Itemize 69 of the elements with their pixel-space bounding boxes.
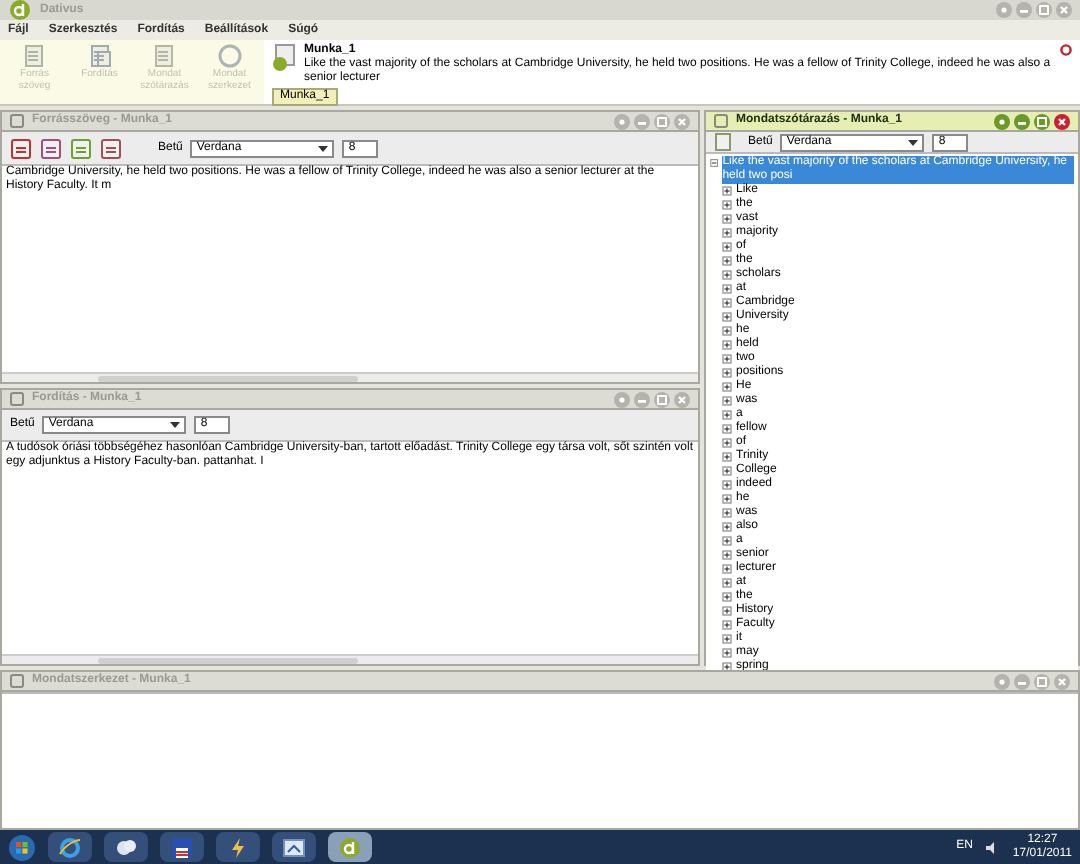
expand-icon[interactable]	[722, 340, 732, 350]
expand-icon[interactable]	[722, 634, 732, 644]
horizontal-scrollbar[interactable]	[2, 372, 698, 382]
picture-window-icon	[282, 835, 306, 859]
expand-icon[interactable]	[722, 494, 732, 504]
tool-icon[interactable]	[100, 137, 122, 159]
expand-icon[interactable]	[722, 228, 732, 238]
expand-icon[interactable]	[722, 536, 732, 546]
panel-icon	[10, 392, 24, 406]
dropdown-caret-icon	[908, 137, 919, 147]
app-logo-icon	[8, 0, 32, 22]
expand-icon[interactable]	[722, 522, 732, 532]
expand-icon[interactable]	[722, 270, 732, 280]
expand-icon[interactable]	[722, 256, 732, 266]
panel-icon	[10, 114, 24, 128]
expand-icon[interactable]	[722, 452, 732, 462]
expand-icon[interactable]	[722, 186, 732, 196]
collapse-icon[interactable]	[710, 158, 719, 168]
expand-icon[interactable]	[722, 368, 732, 378]
expand-icon[interactable]	[722, 606, 732, 616]
expand-icon[interactable]	[722, 396, 732, 406]
expand-icon[interactable]	[722, 298, 732, 308]
panel-icon	[10, 674, 24, 688]
expand-icon[interactable]	[722, 284, 732, 294]
document-icon	[22, 44, 47, 68]
document-icon	[272, 44, 296, 72]
expand-icon[interactable]	[722, 354, 732, 364]
tool-icon[interactable]	[40, 137, 62, 159]
browser-icon	[58, 835, 82, 859]
document-icon	[152, 44, 177, 68]
expand-icon[interactable]	[722, 214, 732, 224]
expand-icon[interactable]	[722, 508, 732, 518]
expand-icon[interactable]	[722, 550, 732, 560]
expand-icon[interactable]	[722, 592, 732, 602]
expand-icon[interactable]	[722, 648, 732, 658]
expand-icon[interactable]	[722, 438, 732, 448]
maximize-icon[interactable]	[1034, 113, 1050, 129]
taskbar-button[interactable]	[160, 832, 204, 862]
expand-icon[interactable]	[722, 242, 732, 252]
expand-icon[interactable]	[722, 480, 732, 490]
taskbar-button[interactable]	[216, 832, 260, 862]
cloud-icon	[114, 835, 138, 859]
expand-icon[interactable]	[722, 466, 732, 476]
expand-icon[interactable]	[722, 564, 732, 574]
expand-icon[interactable]	[722, 382, 732, 392]
taskbar-button[interactable]	[328, 832, 372, 862]
horizontal-scrollbar[interactable]	[2, 654, 698, 664]
minimize-icon[interactable]	[1014, 113, 1030, 129]
expand-icon[interactable]	[722, 578, 732, 588]
expand-icon[interactable]	[722, 620, 732, 630]
documents-icon	[87, 44, 112, 68]
lightning-icon	[226, 835, 250, 859]
start-button-icon[interactable]	[8, 833, 36, 861]
dropdown-caret-icon	[318, 143, 329, 153]
expand-icon[interactable]	[722, 410, 732, 420]
help-icon[interactable]	[994, 113, 1010, 129]
tool-icon[interactable]	[714, 132, 732, 152]
dropdown-caret-icon	[170, 420, 181, 430]
expand-icon[interactable]	[722, 200, 732, 210]
panel-icon	[714, 114, 728, 128]
expand-icon[interactable]	[722, 312, 732, 322]
tool-icon[interactable]	[10, 137, 32, 159]
app-logo-icon	[338, 835, 362, 859]
taskbar-button[interactable]	[48, 832, 92, 862]
tool-icon[interactable]	[70, 137, 92, 159]
taskbar-button[interactable]	[104, 832, 148, 862]
expand-icon[interactable]	[722, 424, 732, 434]
taskbar-button[interactable]	[272, 832, 316, 862]
expand-icon[interactable]	[722, 326, 732, 336]
